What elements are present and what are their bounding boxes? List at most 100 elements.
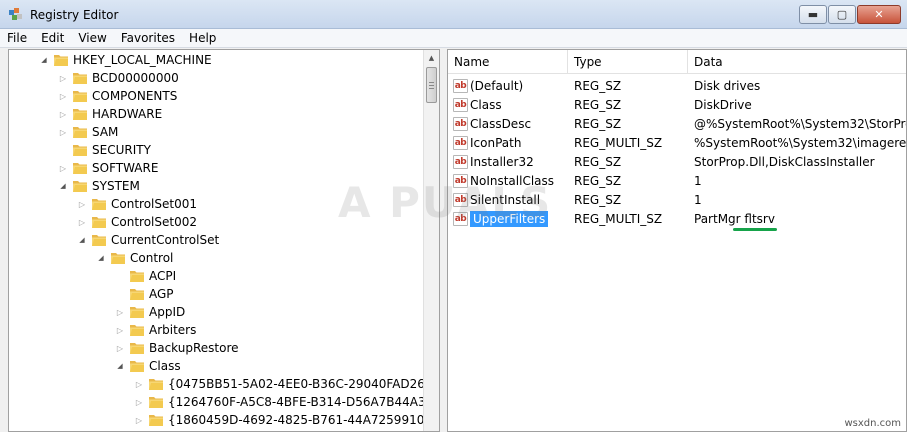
key-tree: ◢ HKEY_LOCAL_MACHINE ▷ BCD00000000 ▷ COMPONEN… bbox=[9, 50, 425, 431]
tree-node[interactable]: ▷ SOFTWARE bbox=[58, 159, 159, 177]
collapsed-arrow-icon[interactable]: ▷ bbox=[134, 411, 144, 429]
title-bar: Registry Editor ▬ ▢ ✕ bbox=[0, 0, 907, 29]
tree-node[interactable]: ◢ CurrentControlSet bbox=[77, 231, 219, 249]
registry-value-row[interactable]: ab IconPath REG_MULTI_SZ %SystemRoot%\Syste… bbox=[448, 133, 906, 152]
tree-node[interactable]: ACPI bbox=[115, 267, 176, 285]
registry-value-row[interactable]: ab Installer32 REG_SZ StorProp.Dll,DiskClas… bbox=[448, 152, 906, 171]
value-data: %SystemRoot%\System32\imageres.dl bbox=[694, 135, 906, 150]
value-name: ClassDesc bbox=[470, 116, 532, 131]
registry-editor-window: Registry Editor ▬ ▢ ✕ File Edit View Fav… bbox=[0, 0, 907, 432]
value-type: REG_SZ bbox=[574, 97, 622, 112]
collapsed-arrow-icon[interactable]: ▷ bbox=[58, 159, 68, 177]
value-type: REG_MULTI_SZ bbox=[574, 211, 663, 226]
folder-icon bbox=[129, 287, 145, 301]
string-value-icon: ab bbox=[453, 116, 468, 131]
value-data: 1 bbox=[694, 192, 702, 207]
menu-view[interactable]: View bbox=[71, 31, 113, 45]
tree-node[interactable]: SECURITY bbox=[58, 141, 151, 159]
folder-icon bbox=[129, 341, 145, 355]
expanded-arrow-icon[interactable]: ◢ bbox=[58, 177, 68, 195]
expanded-arrow-icon[interactable]: ◢ bbox=[115, 357, 125, 375]
tree-node[interactable]: ▷ {1264760F-A5C8-4BFE-B314-D56A7B44A362} bbox=[134, 393, 425, 411]
tree-node[interactable]: ▷ HARDWARE bbox=[58, 105, 162, 123]
expanded-arrow-icon[interactable]: ◢ bbox=[77, 231, 87, 249]
folder-icon bbox=[129, 269, 145, 283]
tree-node-label: ControlSet002 bbox=[111, 215, 197, 229]
value-name: IconPath bbox=[470, 135, 522, 150]
collapsed-arrow-icon[interactable]: ▷ bbox=[115, 303, 125, 321]
tree-scrollbar[interactable]: ▲ bbox=[423, 50, 439, 431]
registry-value-row[interactable]: ab Class REG_SZ DiskDrive bbox=[448, 95, 906, 114]
tree-node[interactable]: ◢ SYSTEM bbox=[58, 177, 140, 195]
minimize-button[interactable]: ▬ bbox=[799, 5, 827, 24]
folder-icon bbox=[72, 71, 88, 85]
menu-bar: File Edit View Favorites Help bbox=[0, 29, 907, 48]
registry-value-row[interactable]: ab (Default) REG_SZ Disk drives bbox=[448, 76, 906, 95]
values-pane[interactable]: Name Type Data ab (Default) REG_SZ Disk dri… bbox=[447, 49, 907, 432]
tree-node-label: HKEY_LOCAL_MACHINE bbox=[73, 53, 212, 67]
collapsed-arrow-icon[interactable]: ▷ bbox=[115, 321, 125, 339]
menu-file[interactable]: File bbox=[0, 31, 34, 45]
folder-icon bbox=[148, 377, 164, 391]
tree-node[interactable]: ▷ ControlSet002 bbox=[77, 213, 197, 231]
folder-icon bbox=[72, 89, 88, 103]
tree-node[interactable]: ◢ Control bbox=[96, 249, 173, 267]
value-data: @%SystemRoot%\System32\StorProp. bbox=[694, 116, 906, 131]
tree-node[interactable]: ▷ BCD00000000 bbox=[58, 69, 179, 87]
collapsed-arrow-icon[interactable]: ▷ bbox=[58, 105, 68, 123]
menu-help[interactable]: Help bbox=[182, 31, 223, 45]
folder-icon bbox=[91, 215, 107, 229]
collapsed-arrow-icon[interactable]: ▷ bbox=[115, 339, 125, 357]
tree-node-label: AppID bbox=[149, 305, 186, 319]
tree-node[interactable]: ▷ COMPONENTS bbox=[58, 87, 177, 105]
collapsed-arrow-icon[interactable]: ▷ bbox=[77, 213, 87, 231]
menu-favorites[interactable]: Favorites bbox=[114, 31, 182, 45]
menu-edit[interactable]: Edit bbox=[34, 31, 71, 45]
folder-icon bbox=[110, 251, 126, 265]
tree-node-label: COMPONENTS bbox=[92, 89, 178, 103]
collapsed-arrow-icon[interactable]: ▷ bbox=[134, 393, 144, 411]
collapsed-arrow-icon[interactable]: ▷ bbox=[58, 123, 68, 141]
key-tree-pane[interactable]: ◢ HKEY_LOCAL_MACHINE ▷ BCD00000000 ▷ COMPONEN… bbox=[8, 49, 440, 432]
tree-node[interactable]: ▷ SAM bbox=[58, 123, 118, 141]
tree-node[interactable]: ▷ BackupRestore bbox=[115, 339, 239, 357]
collapsed-arrow-icon[interactable]: ▷ bbox=[134, 375, 144, 393]
value-type: REG_SZ bbox=[574, 154, 622, 169]
expanded-arrow-icon[interactable]: ◢ bbox=[96, 249, 106, 267]
tree-node[interactable]: ▷ ControlSet001 bbox=[77, 195, 197, 213]
tree-node[interactable]: ▷ {1860459D-4692-4825-B761-44A725991050} bbox=[134, 411, 425, 429]
scroll-up-arrow-icon[interactable]: ▲ bbox=[424, 50, 439, 65]
folder-icon bbox=[148, 413, 164, 427]
annotation-underline bbox=[733, 228, 777, 231]
source-credit: wsxdn.com bbox=[844, 418, 901, 429]
tree-node-label: ControlSet001 bbox=[111, 197, 197, 211]
collapsed-arrow-icon[interactable]: ▷ bbox=[58, 69, 68, 87]
tree-node-label: AGP bbox=[149, 287, 174, 301]
column-header-name[interactable]: Name bbox=[448, 50, 568, 74]
tree-node[interactable]: ▷ {0475BB51-5A02-4EE0-B36C-29040FAD2650} bbox=[134, 375, 425, 393]
window-title: Registry Editor bbox=[30, 8, 119, 22]
collapsed-arrow-icon[interactable]: ▷ bbox=[58, 87, 68, 105]
tree-node[interactable]: ▷ Arbiters bbox=[115, 321, 196, 339]
registry-value-row[interactable]: ab ClassDesc REG_SZ @%SystemRoot%\System32\… bbox=[448, 114, 906, 133]
tree-node-label: {1264760F-A5C8-4BFE-B314-D56A7B44A362} bbox=[168, 395, 425, 409]
column-header-data[interactable]: Data bbox=[688, 50, 906, 74]
value-data: PartMgr fltsrv bbox=[694, 211, 775, 226]
value-data: DiskDrive bbox=[694, 97, 752, 112]
string-value-icon: ab bbox=[453, 154, 468, 169]
scroll-thumb[interactable] bbox=[426, 67, 437, 103]
pane-splitter[interactable] bbox=[440, 49, 447, 432]
column-header-type[interactable]: Type bbox=[568, 50, 688, 74]
tree-node-label: SYSTEM bbox=[92, 179, 140, 193]
tree-node[interactable]: AGP bbox=[115, 285, 174, 303]
value-data: Disk drives bbox=[694, 78, 761, 93]
maximize-button[interactable]: ▢ bbox=[828, 5, 856, 24]
value-data: 1 bbox=[694, 173, 702, 188]
tree-node[interactable]: ▷ AppID bbox=[115, 303, 185, 321]
close-button[interactable]: ✕ bbox=[857, 5, 901, 24]
collapsed-arrow-icon[interactable]: ▷ bbox=[77, 195, 87, 213]
expanded-arrow-icon[interactable]: ◢ bbox=[39, 51, 49, 69]
tree-node[interactable]: ◢ HKEY_LOCAL_MACHINE bbox=[39, 51, 212, 69]
tree-node[interactable]: ◢ Class bbox=[115, 357, 180, 375]
